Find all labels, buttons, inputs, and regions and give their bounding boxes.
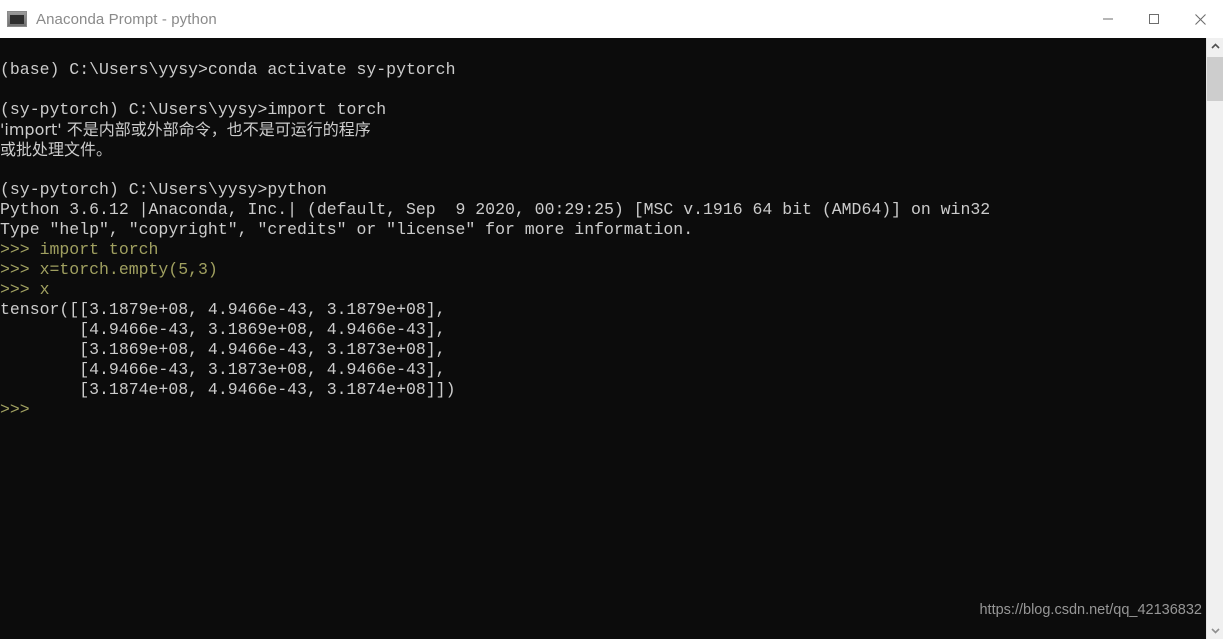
terminal-line: [3.1874e+08, 4.9466e-43, 3.1874e+08]]) (0, 380, 456, 399)
terminal-line: 'import' 不是内部或外部命令，也不是可运行的程序 (0, 120, 371, 139)
terminal-text-container: (base) C:\Users\yysy>conda activate sy-p… (0, 38, 990, 420)
maximize-icon (1149, 14, 1159, 24)
terminal-line: (sy-pytorch) C:\Users\yysy>import torch (0, 100, 387, 119)
terminal-line: Type "help", "copyright", "credits" or "… (0, 220, 694, 239)
terminal-output-area[interactable]: (base) C:\Users\yysy>conda activate sy-p… (0, 38, 1206, 639)
scrollbar-up-button[interactable] (1207, 38, 1223, 55)
console-icon (7, 11, 27, 27)
window-controls (1085, 0, 1223, 38)
close-icon (1194, 13, 1206, 25)
terminal-line: tensor([[3.1879e+08, 4.9466e-43, 3.1879e… (0, 300, 446, 319)
chevron-down-icon (1211, 628, 1220, 634)
chevron-up-icon (1211, 43, 1220, 49)
vertical-scrollbar[interactable] (1206, 38, 1223, 639)
scrollbar-down-button[interactable] (1207, 622, 1223, 639)
terminal-line: Python 3.6.12 |Anaconda, Inc.| (default,… (0, 200, 991, 219)
terminal-line: >>> x=torch.empty(5,3) (0, 260, 218, 279)
terminal-line: [3.1869e+08, 4.9466e-43, 3.1873e+08], (0, 340, 446, 359)
terminal-top-padding (0, 38, 990, 60)
maximize-button[interactable] (1131, 0, 1177, 38)
scrollbar-track[interactable] (1207, 55, 1223, 622)
window-title: Anaconda Prompt - python (36, 10, 217, 28)
minimize-icon (1103, 18, 1113, 20)
terminal-line: >>> import torch (0, 240, 159, 259)
scrollbar-thumb[interactable] (1207, 57, 1223, 101)
terminal-line: (base) C:\Users\yysy>conda activate sy-p… (0, 60, 456, 79)
terminal-line: [4.9466e-43, 3.1873e+08, 4.9466e-43], (0, 360, 446, 379)
terminal-prompt: >>> (0, 400, 30, 419)
close-button[interactable] (1177, 0, 1223, 38)
watermark-text: https://blog.csdn.net/qq_42136832 (979, 602, 1202, 618)
anaconda-prompt-window: Anaconda Prompt - python (base) C:\Users… (0, 0, 1223, 639)
terminal-line: 或批处理文件。 (0, 140, 113, 159)
terminal-line: (sy-pytorch) C:\Users\yysy>python (0, 180, 327, 199)
terminal-line: >>> x (0, 280, 50, 299)
terminal-line: [4.9466e-43, 3.1869e+08, 4.9466e-43], (0, 320, 446, 339)
title-bar[interactable]: Anaconda Prompt - python (0, 0, 1223, 39)
minimize-button[interactable] (1085, 0, 1131, 38)
